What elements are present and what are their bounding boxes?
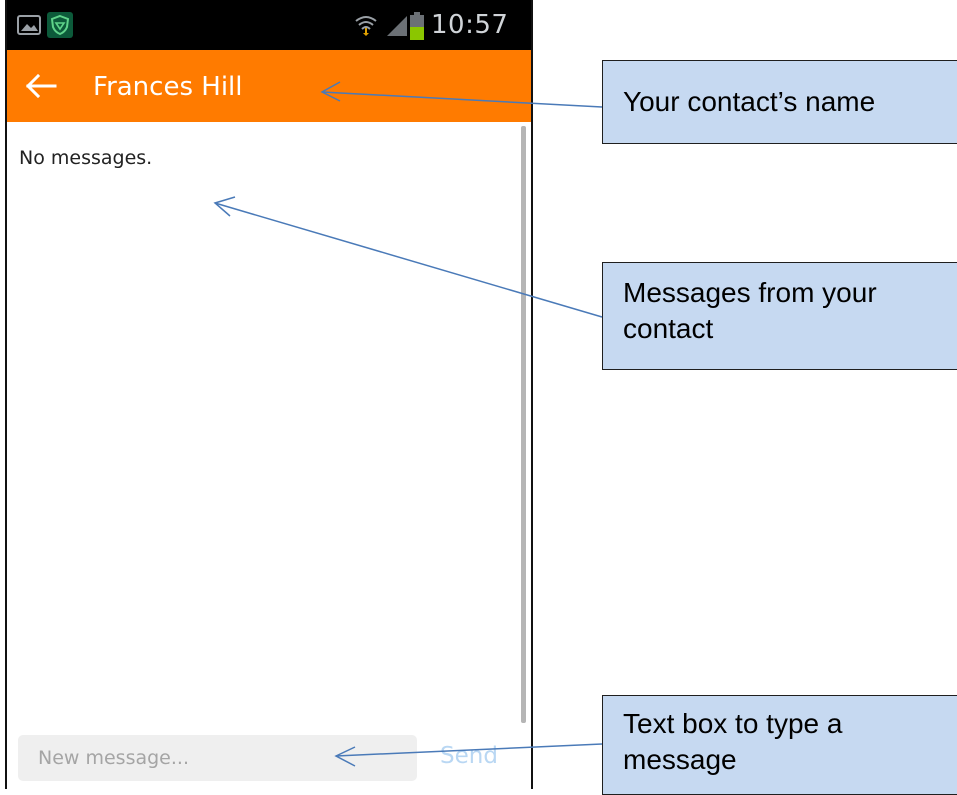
phone-screen: 10:57 Frances Hill No messages. Send <box>5 0 533 789</box>
annotation-text-box-text: Text box to type a message <box>623 708 843 776</box>
contact-name: Frances Hill <box>93 72 243 102</box>
signal-icon <box>387 16 407 36</box>
compose-bar: Send <box>7 727 531 789</box>
send-button[interactable]: Send <box>440 743 498 769</box>
annotation-messages: Messages from your contact <box>602 262 957 370</box>
messages-list[interactable]: No messages. <box>7 122 531 727</box>
gallery-icon <box>17 15 41 35</box>
annotation-contact-name: Your contact’s name <box>602 60 957 144</box>
new-message-input[interactable] <box>18 735 417 781</box>
clock: 10:57 <box>431 10 509 40</box>
wifi-icon <box>355 16 377 36</box>
action-bar: Frances Hill <box>7 50 531 122</box>
annotation-text-box: Text box to type a message <box>602 695 957 795</box>
annotation-contact-name-text: Your contact’s name <box>623 85 876 117</box>
annotation-messages-text: Messages from your contact <box>623 277 877 345</box>
shield-icon <box>47 12 73 38</box>
arrow-left-icon[interactable] <box>25 72 59 100</box>
battery-icon <box>410 12 424 40</box>
empty-state-text: No messages. <box>19 147 153 169</box>
status-bar: 10:57 <box>7 0 531 50</box>
scrollbar[interactable] <box>521 126 526 723</box>
